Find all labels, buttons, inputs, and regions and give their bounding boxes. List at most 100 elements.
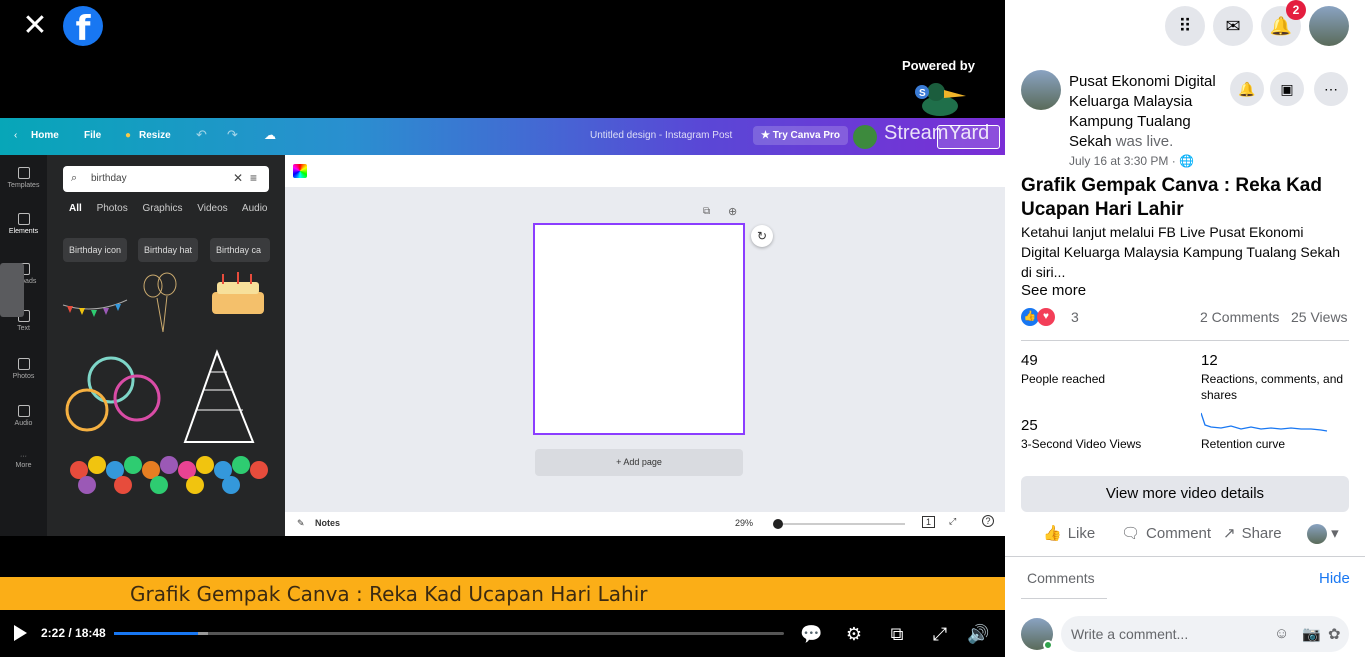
rail-templates[interactable]: Templates (0, 167, 47, 189)
comment-input[interactable]: Write a comment... ☺ 📷 ✿ (1061, 616, 1349, 652)
hide-comments-link[interactable]: Hide (1319, 570, 1350, 587)
templates-icon (17, 167, 30, 179)
save-icon[interactable]: ▣ (1270, 72, 1304, 106)
canva-side-rail: Templates Elements Uploads Text Photos A… (0, 155, 47, 536)
rail-photos[interactable]: Photos (0, 358, 47, 380)
divider (1021, 598, 1107, 599)
views-count: 25 Views (1291, 309, 1348, 325)
post-date[interactable]: July 16 at 3:30 PM · 🌐 (1069, 154, 1194, 168)
elements-icon (17, 213, 30, 225)
more-options-icon[interactable]: ⋯ (1314, 72, 1348, 106)
zoom-slider-thumb[interactable] (773, 519, 783, 529)
notes-button[interactable]: Notes (315, 518, 340, 528)
search-icon: ⌕ (71, 172, 78, 184)
people-reached-label: People reached (1021, 372, 1106, 386)
post-as-selector[interactable]: ▾ (1307, 524, 1339, 545)
birthday-graphics-grid[interactable] (57, 270, 279, 530)
canva-doc-title[interactable]: Untitled design - Instagram Post (590, 130, 732, 141)
canva-file-menu[interactable]: File (84, 130, 101, 141)
canva-elements-panel: ⌕ birthday ✕ ≡ All Photos Graphics Video… (47, 155, 285, 536)
help-icon[interactable]: ? (982, 515, 994, 527)
comments-header[interactable]: Comments (1027, 570, 1095, 586)
sticker-icon[interactable]: ✿ (1328, 625, 1341, 643)
chip-birthday-icon[interactable]: Birthday icon (63, 238, 128, 262)
people-reached-value: 49 (1021, 352, 1038, 369)
filter-icon[interactable]: ≡ (250, 171, 257, 185)
duplicate-page-icon[interactable]: ⧉ (703, 206, 710, 217)
video-controls: 2:22 / 18:48 💬 ⚙ ⧉ ⤢ 🔊 (0, 612, 1005, 657)
close-icon[interactable]: ✕ (18, 10, 52, 44)
zoom-label: 29% (735, 518, 754, 528)
notification-badge: 2 (1286, 0, 1306, 20)
volume-icon[interactable]: 🔊 (967, 623, 989, 645)
captions-icon[interactable]: 💬 (800, 623, 822, 645)
refresh-icon[interactable]: ↻ (751, 225, 773, 247)
tab-videos[interactable]: Videos (197, 203, 227, 214)
tab-all[interactable]: All (69, 203, 82, 214)
chip-birthday-hat[interactable]: Birthday hat (138, 238, 199, 262)
redo-icon[interactable]: ↷ (227, 127, 238, 143)
canva-toolbar (285, 155, 1005, 187)
fullscreen-icon[interactable]: ⤢ (929, 623, 951, 645)
rail-elements[interactable]: Elements (0, 213, 47, 235)
add-page-button[interactable]: + Add page (535, 449, 743, 476)
back-chevron-icon[interactable]: ‹ (14, 130, 17, 141)
like-button[interactable]: 👍 Like (1043, 524, 1095, 544)
design-page[interactable] (533, 223, 745, 435)
notes-icon[interactable]: ✎ (297, 518, 305, 529)
clear-icon[interactable]: ✕ (233, 171, 243, 185)
add-page-icon[interactable]: ⊕ (728, 205, 737, 218)
canva-resize-button[interactable]: Resize (139, 130, 171, 141)
rail-audio[interactable]: Audio (0, 405, 47, 427)
tab-graphics[interactable]: Graphics (142, 203, 182, 214)
fullscreen-canva-icon[interactable]: ⤢ (949, 516, 956, 527)
play-icon[interactable] (14, 625, 27, 641)
online-status-dot (1043, 640, 1053, 650)
three-second-views-label: 3-Second Video Views (1021, 437, 1142, 451)
camera-icon[interactable]: 📷 (1302, 625, 1321, 643)
emoji-icon[interactable]: ☺ (1274, 625, 1289, 642)
was-live-label: was live. (1115, 133, 1174, 150)
canva-search-input[interactable]: ⌕ birthday ✕ ≡ (63, 166, 269, 192)
view-more-details-button[interactable]: View more video details (1021, 476, 1349, 512)
share-button[interactable]: ↗ Share (1223, 524, 1282, 544)
page-avatar[interactable] (1021, 70, 1061, 110)
crown-icon: ● (125, 130, 132, 141)
picture-in-picture-icon[interactable]: ⧉ (886, 623, 908, 645)
canva-workspace: ⧉ ⊕ ↻ + Add page ✎ Notes 29% 1 ⤢ ? (285, 155, 1005, 536)
cloud-save-icon[interactable]: ☁ (264, 128, 276, 142)
tab-photos[interactable]: Photos (97, 203, 128, 214)
video-description: Ketahui lanjut melalui FB Live Pusat Eko… (1021, 224, 1341, 280)
see-more-link[interactable]: See more (1021, 282, 1086, 299)
canva-avatar[interactable] (853, 125, 877, 149)
comment-button[interactable]: 🗨 Comment (1121, 524, 1211, 544)
undo-icon[interactable]: ↶ (196, 127, 207, 143)
chevron-down-icon: ▾ (1331, 525, 1339, 542)
facebook-logo-icon[interactable]: f (63, 6, 103, 49)
tab-audio[interactable]: Audio (242, 203, 268, 214)
settings-gear-icon[interactable]: ⚙ (843, 623, 865, 645)
streamyard-handle-icon[interactable] (0, 263, 24, 317)
progress-bar[interactable] (114, 632, 784, 635)
print-button[interactable] (937, 125, 1000, 149)
post-as-avatar (1307, 524, 1327, 545)
time-display: 2:22 / 18:48 (41, 626, 106, 640)
follow-bell-icon[interactable]: 🔔 (1230, 72, 1264, 106)
try-canva-pro-button[interactable]: ★ Try Canva Pro (753, 126, 849, 145)
engagement-value: 12 (1201, 352, 1218, 369)
video-player[interactable]: ✕ f Powered by S ‹ Home File ● Resize ↶ … (0, 0, 1005, 657)
canva-home-link[interactable]: Home (31, 130, 59, 141)
video-title: Grafik Gempak Canva : Reka Kad Ucapan Ha… (1021, 175, 1322, 220)
comments-count[interactable]: 2 Comments (1200, 309, 1279, 325)
zoom-slider[interactable] (775, 523, 905, 525)
more-dots-icon: ··· (20, 453, 27, 460)
color-picker-icon[interactable] (293, 164, 307, 178)
chip-birthday-cake[interactable]: Birthday ca (210, 238, 270, 262)
messenger-icon[interactable]: ✉ (1213, 6, 1253, 46)
menu-grid-icon[interactable]: ⠿ (1165, 6, 1205, 46)
caption-text: Grafik Gempak Canva : Reka Kad Ucapan Ha… (130, 582, 648, 606)
page-number[interactable]: 1 (922, 516, 936, 528)
comment-icon: 🗨 (1121, 525, 1141, 542)
profile-avatar[interactable] (1309, 6, 1349, 46)
rail-more[interactable]: ··· More (0, 453, 47, 469)
